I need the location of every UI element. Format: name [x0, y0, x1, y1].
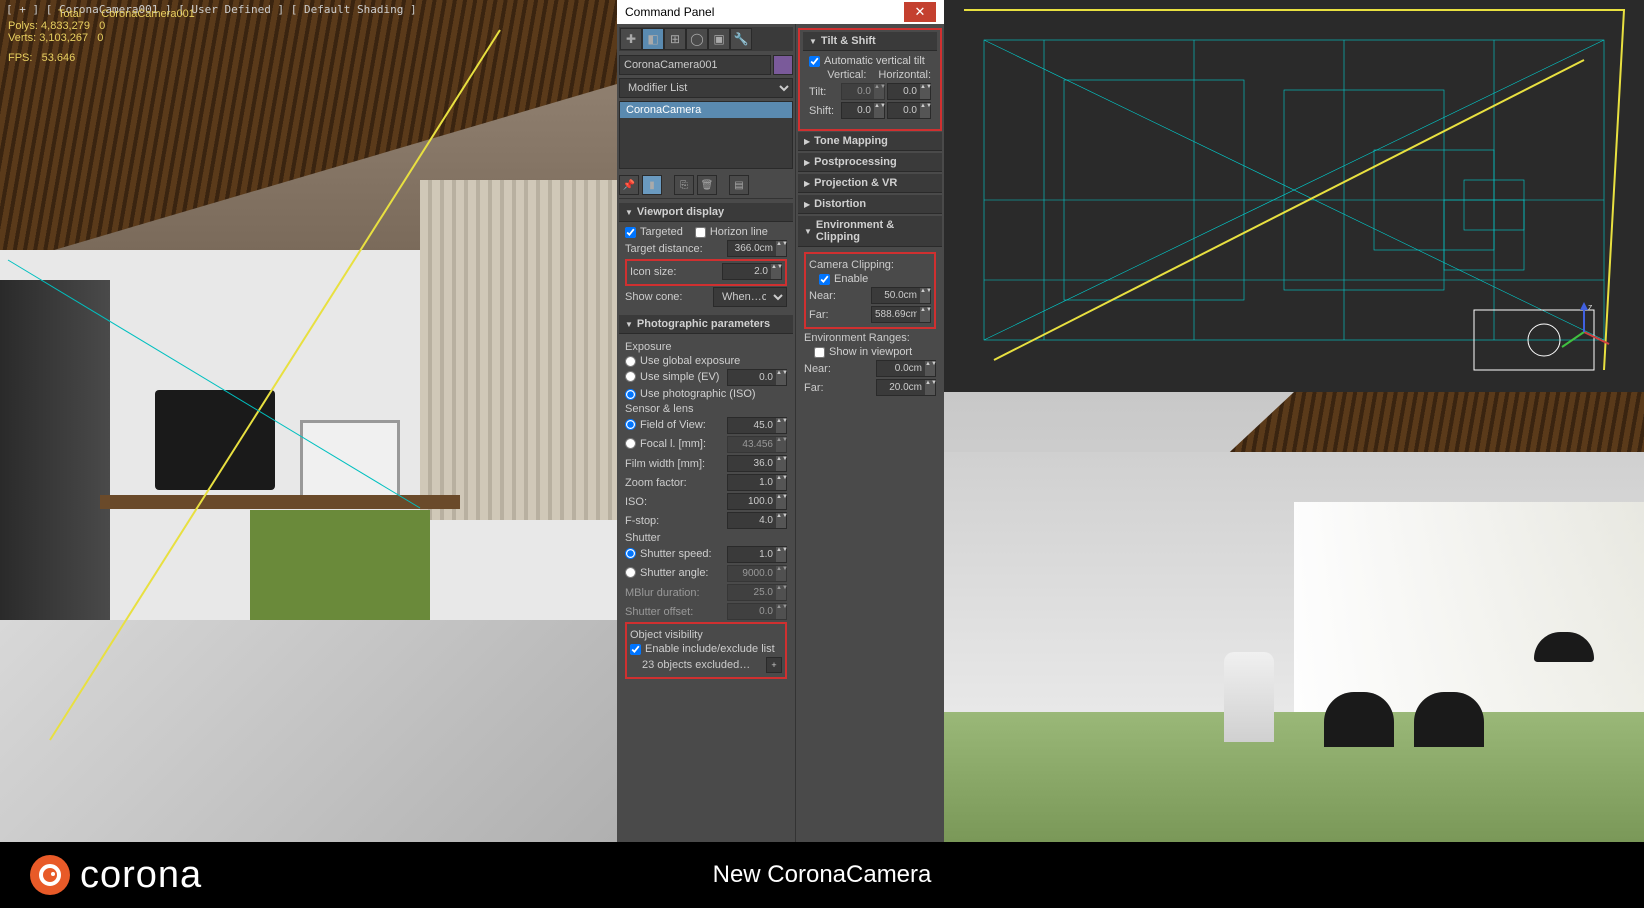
viewport-render[interactable] — [944, 392, 1644, 842]
modifier-list-dropdown[interactable]: Modifier List — [619, 78, 793, 98]
fstop-spinner[interactable]: ▲▼ — [727, 512, 787, 529]
shutter-angle-radio[interactable]: Shutter angle: — [625, 567, 709, 579]
env-ranges-label: Environment Ranges: — [804, 332, 936, 344]
rollout-head-postprocessing[interactable]: ▶Postprocessing — [798, 153, 942, 172]
axis-gizmo[interactable]: z — [1554, 302, 1614, 362]
panel-title: Command Panel — [625, 0, 714, 24]
rollout-head-tilt-shift[interactable]: ▼Tilt & Shift — [803, 32, 937, 51]
shutter-speed-radio[interactable]: Shutter speed: — [625, 548, 712, 560]
horizon-checkbox[interactable]: Horizon line — [695, 226, 768, 238]
object-visibility-label: Object visibility — [630, 629, 782, 641]
focal-radio[interactable]: Focal l. [mm]: — [625, 438, 706, 450]
corona-logo: corona — [30, 854, 202, 897]
clip-near-spinner[interactable]: ▲▼ — [871, 287, 931, 304]
configure-sets-icon[interactable]: ▤ — [729, 175, 749, 195]
rollout-environment-clipping: ▼Environment & Clipping Camera Clipping:… — [798, 216, 942, 402]
rollout-head-photographic[interactable]: ▼Photographic parameters — [619, 315, 793, 334]
auto-vertical-tilt-checkbox[interactable]: Automatic vertical tilt — [809, 55, 931, 67]
show-end-result-icon[interactable]: ▮ — [642, 175, 662, 195]
utilities-tab-icon[interactable]: 🔧 — [730, 28, 752, 50]
rollout-head-viewport-display[interactable]: ▼Viewport display — [619, 203, 793, 222]
rollout-tilt-shift: ▼Tilt & Shift Automatic vertical tilt Ve… — [803, 32, 937, 125]
shutter-speed-spinner[interactable]: ▲▼ — [727, 546, 787, 563]
tilt-v-spinner[interactable]: ▲▼ — [841, 83, 885, 100]
icon-size-spinner[interactable]: ▲▼ — [722, 263, 782, 280]
remove-modifier-icon[interactable]: 🗑 — [697, 175, 717, 195]
svg-text:z: z — [1588, 302, 1593, 312]
command-panel-titlebar: Command Panel ✕ — [617, 0, 944, 24]
make-unique-icon[interactable]: ⎘ — [674, 175, 694, 195]
focal-spinner[interactable]: ▲▼ — [727, 436, 787, 453]
modifier-stack[interactable]: CoronaCamera — [619, 101, 793, 169]
mblur-spinner[interactable]: ▲▼ — [727, 584, 787, 601]
fov-spinner[interactable]: ▲▼ — [727, 417, 787, 434]
object-color-swatch[interactable] — [773, 55, 793, 75]
viewport-shaded[interactable]: [ + ] [ CoronaCamera001 ] [ User Defined… — [0, 0, 617, 842]
rollout-head-env-clipping[interactable]: ▼Environment & Clipping — [798, 216, 942, 247]
show-in-viewport-checkbox[interactable]: Show in viewport — [814, 346, 936, 358]
show-cone-dropdown[interactable]: When…cted — [713, 287, 787, 307]
rollout-viewport-display: ▼Viewport display Targeted Horizon line … — [619, 203, 793, 313]
iso-spinner[interactable]: ▲▼ — [727, 493, 787, 510]
target-distance-spinner[interactable]: ▲▼ — [727, 240, 787, 257]
clipping-enable-checkbox[interactable]: Enable — [819, 273, 931, 285]
rollout-head-distortion[interactable]: ▶Distortion — [798, 195, 942, 214]
pin-stack-icon[interactable]: 📌 — [619, 175, 639, 195]
simple-ev-spinner[interactable]: ▲▼ — [727, 369, 787, 386]
viewport-wireframe[interactable]: z — [944, 0, 1644, 392]
clip-far-spinner[interactable]: ▲▼ — [871, 306, 931, 323]
close-button[interactable]: ✕ — [904, 2, 936, 22]
zoom-spinner[interactable]: ▲▼ — [727, 474, 787, 491]
enable-include-exclude-checkbox[interactable]: Enable include/exclude list — [630, 643, 782, 655]
use-simple-radio[interactable]: Use simple (EV) — [625, 371, 719, 383]
include-exclude-button[interactable]: + — [766, 657, 782, 673]
shift-h-spinner[interactable]: ▲▼ — [887, 102, 931, 119]
viewport-stats: Total CoronaCamera001 Polys: 4,833,279 0… — [8, 8, 195, 64]
rollout-head-projection-vr[interactable]: ▶Projection & VR — [798, 174, 942, 193]
shutter-angle-spinner[interactable]: ▲▼ — [727, 565, 787, 582]
env-far-spinner[interactable]: ▲▼ — [876, 379, 936, 396]
object-name-input[interactable] — [619, 55, 771, 75]
camera-clipping-label: Camera Clipping: — [809, 259, 931, 271]
rollout-photographic: ▼Photographic parameters Exposure Use gl… — [619, 315, 793, 684]
command-panel: Command Panel ✕ ✚ ◧ ⊞ ◯ ▣ 🔧 Modifier Lis… — [617, 0, 944, 842]
footer-title: New CoronaCamera — [713, 861, 932, 889]
use-global-radio[interactable]: Use global exposure — [625, 355, 787, 367]
exposure-label: Exposure — [625, 341, 787, 353]
modify-tab-icon[interactable]: ◧ — [642, 28, 664, 50]
rollout-head-tone-mapping[interactable]: ▶Tone Mapping — [798, 132, 942, 151]
modifier-item[interactable]: CoronaCamera — [620, 102, 792, 118]
footer-bar: corona New CoronaCamera — [0, 842, 1644, 908]
corona-logo-icon — [30, 855, 70, 895]
use-photographic-radio[interactable]: Use photographic (ISO) — [625, 388, 787, 400]
shutter-offset-spinner[interactable]: ▲▼ — [727, 603, 787, 620]
tilt-h-spinner[interactable]: ▲▼ — [887, 83, 931, 100]
shift-v-spinner[interactable]: ▲▼ — [841, 102, 885, 119]
corona-logo-text: corona — [80, 854, 202, 897]
film-width-spinner[interactable]: ▲▼ — [727, 455, 787, 472]
fov-radio[interactable]: Field of View: — [625, 419, 706, 431]
env-near-spinner[interactable]: ▲▼ — [876, 360, 936, 377]
hierarchy-tab-icon[interactable]: ⊞ — [664, 28, 686, 50]
targeted-checkbox[interactable]: Targeted — [625, 226, 683, 238]
create-tab-icon[interactable]: ✚ — [620, 28, 642, 50]
command-panel-tabs: ✚ ◧ ⊞ ◯ ▣ 🔧 — [619, 27, 793, 51]
shutter-label: Shutter — [625, 532, 787, 544]
sensor-label: Sensor & lens — [625, 403, 787, 415]
display-tab-icon[interactable]: ▣ — [708, 28, 730, 50]
motion-tab-icon[interactable]: ◯ — [686, 28, 708, 50]
